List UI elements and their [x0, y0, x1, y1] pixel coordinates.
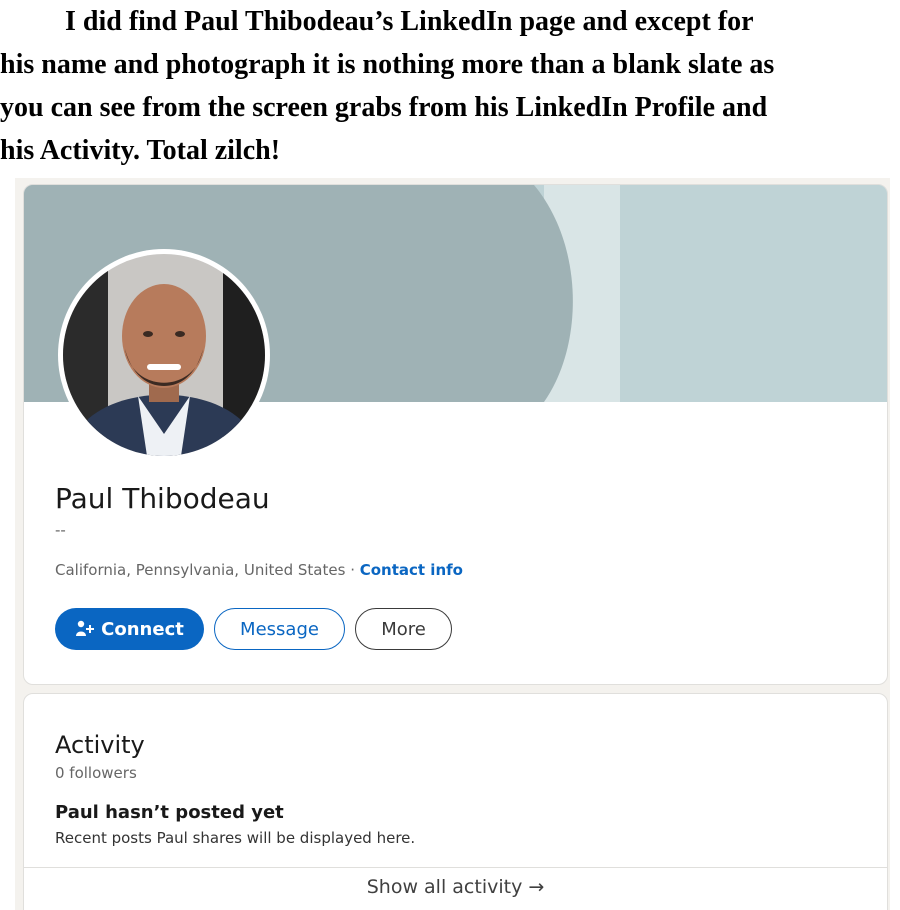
show-all-label: Show all activity [366, 876, 523, 898]
caption-line-1: I did find Paul Thibodeau’s LinkedIn pag… [65, 6, 754, 37]
profile-name: Paul Thibodeau [55, 482, 270, 515]
profile-photo[interactable] [58, 249, 270, 461]
connect-button[interactable]: Connect [55, 608, 204, 650]
location-separator: · [345, 561, 360, 579]
profile-location-line: California, Pennsylvania, United States … [55, 561, 463, 579]
more-label: More [381, 618, 426, 640]
message-label: Message [240, 618, 319, 640]
no-posts-description: Recent posts Paul shares will be display… [55, 829, 416, 847]
profile-headline: -- [55, 521, 66, 539]
no-posts-heading: Paul hasn’t posted yet [55, 802, 284, 823]
linkedin-screenshot: Paul Thibodeau -- California, Pennsylvan… [15, 178, 890, 910]
caption-line-3: you can see from the screen grabs from h… [0, 92, 768, 123]
message-button[interactable]: Message [214, 608, 345, 650]
caption-line-4: his Activity. Total zilch! [0, 135, 281, 166]
caption-text: I did find Paul Thibodeau’s LinkedIn pag… [0, 0, 900, 172]
add-person-icon [76, 620, 95, 636]
divider [24, 867, 887, 868]
activity-title: Activity [55, 731, 145, 759]
activity-card: Activity 0 followers Paul hasn’t posted … [23, 693, 888, 910]
profile-card: Paul Thibodeau -- California, Pennsylvan… [23, 184, 888, 685]
connect-label: Connect [101, 618, 184, 640]
caption-line-2: his name and photograph it is nothing mo… [0, 49, 775, 80]
contact-info-link[interactable]: Contact info [360, 561, 463, 579]
arrow-right-icon: → [528, 876, 545, 898]
more-button[interactable]: More [355, 608, 452, 650]
profile-location: California, Pennsylvania, United States [55, 561, 346, 579]
followers-count[interactable]: 0 followers [55, 764, 137, 782]
show-all-activity-button[interactable]: Show all activity → [24, 876, 887, 898]
